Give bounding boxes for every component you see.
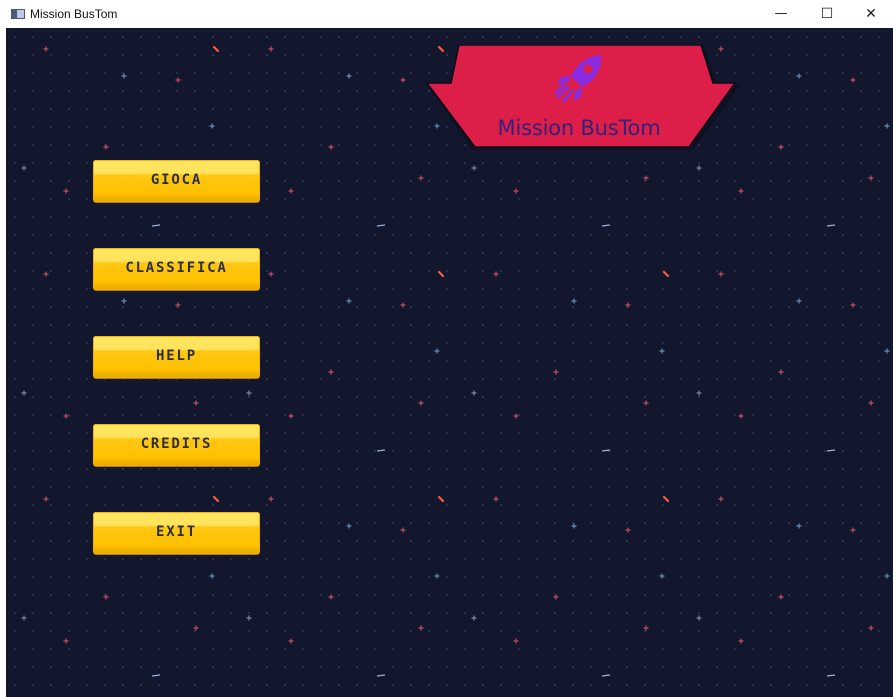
- play-button[interactable]: GIOCA: [93, 160, 260, 202]
- close-button[interactable]: ✕: [848, 0, 893, 28]
- credits-button[interactable]: CREDITS: [93, 424, 260, 466]
- rocket-icon: [555, 55, 602, 103]
- leaderboard-button[interactable]: CLASSIFICA: [93, 248, 260, 290]
- game-canvas[interactable]: Mission BusTom GIOCA CLASSIFICA HELP CRE…: [6, 28, 893, 697]
- window-titlebar[interactable]: Mission BusTom — ☐ ✕: [0, 0, 893, 28]
- app-icon: [11, 9, 25, 19]
- window-title: Mission BusTom: [30, 7, 118, 21]
- help-button[interactable]: HELP: [93, 336, 260, 378]
- game-title: Mission BusTom: [497, 116, 661, 140]
- minimize-button[interactable]: —: [758, 0, 804, 28]
- maximize-button[interactable]: ☐: [804, 0, 850, 28]
- exit-button[interactable]: EXIT: [93, 512, 260, 554]
